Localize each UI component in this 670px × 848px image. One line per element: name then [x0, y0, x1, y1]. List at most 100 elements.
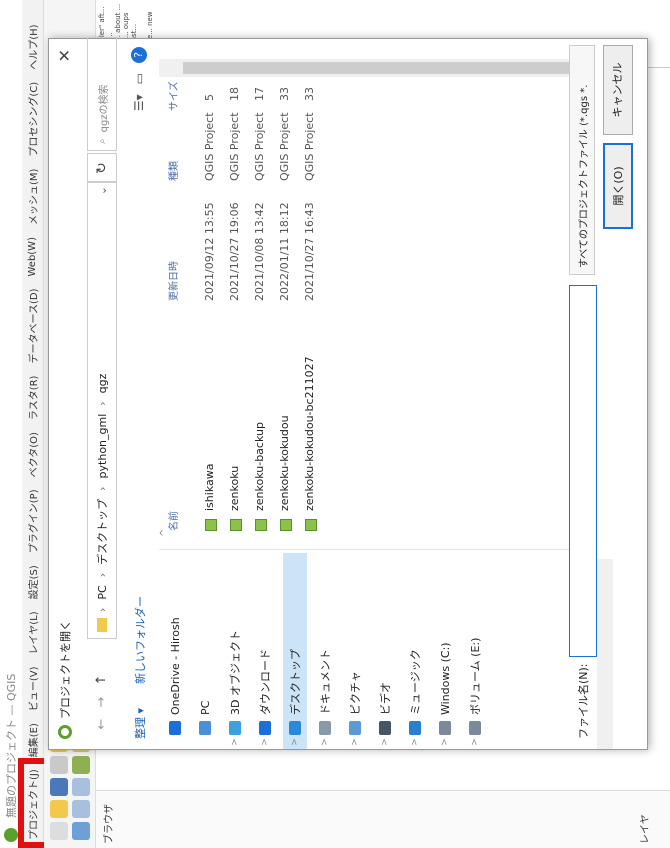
- sidebar-item[interactable]: > ビデオ: [373, 553, 397, 749]
- back-arrow-icon[interactable]: ←: [94, 713, 109, 735]
- column-type[interactable]: 種類: [163, 161, 187, 181]
- file-size: 33: [303, 87, 316, 101]
- navigation-pane: OneDrive - Hirosh PC >3D オブジェクト > ダウンロード > デスク…: [159, 549, 595, 749]
- pan-icon[interactable]: [72, 822, 90, 840]
- expand-arrow-icon[interactable]: >: [230, 735, 240, 749]
- refresh-icon[interactable]: ↻: [87, 153, 117, 183]
- zoom-in-icon[interactable]: [72, 800, 90, 818]
- file-row[interactable]: zenkoku-kokudou-bc211027 2021/10/27 16:43…: [299, 87, 324, 541]
- expand-arrow-icon[interactable]: >: [320, 735, 330, 749]
- zoom-out-icon[interactable]: [72, 778, 90, 796]
- organize-button[interactable]: 整理 ▾: [132, 708, 148, 739]
- sidebar-item-label: ピクチャ: [349, 671, 362, 715]
- video-icon: [379, 721, 391, 735]
- open-button[interactable]: 開く(O): [603, 143, 633, 229]
- expand-arrow-icon[interactable]: >: [290, 735, 300, 749]
- drive-icon: [439, 721, 451, 735]
- navigation-row: ← → ↑ › PC › デスクトップ › python_gml › qgz ⌄…: [81, 37, 121, 749]
- file-name: zenkoku-backup: [253, 422, 266, 511]
- search-input[interactable]: ⌕ qgzの検索: [87, 37, 117, 151]
- expand-arrow-icon[interactable]: >: [410, 735, 420, 749]
- preview-pane-icon[interactable]: ▭: [132, 73, 146, 84]
- file-size: 18: [228, 87, 241, 101]
- breadcrumb-python-gml[interactable]: python_gml: [96, 414, 109, 479]
- expand-arrow-icon[interactable]: >: [440, 735, 450, 749]
- menu-item[interactable]: プラグイン(P): [25, 489, 40, 553]
- menu-bar: プロジェクト(J) 編集(E) ビュー(V) レイヤ(L) 設定(S) プラグイン(P) ベ…: [22, 0, 44, 848]
- filename-input[interactable]: [569, 285, 597, 657]
- menu-item[interactable]: ラスタ(R): [25, 376, 40, 421]
- sidebar-item[interactable]: > ミュージック: [403, 553, 427, 749]
- layers-panel-title: レイヤ: [640, 814, 651, 844]
- sidebar-item[interactable]: PC: [193, 553, 217, 749]
- expand-arrow-icon[interactable]: >: [260, 735, 270, 749]
- sidebar-item[interactable]: > Windows (C:): [433, 553, 457, 749]
- filename-label: ファイル名(N):: [577, 663, 590, 739]
- picture-icon: [349, 721, 361, 735]
- column-size[interactable]: サイズ: [163, 81, 187, 111]
- file-row[interactable]: zenkoku-kokudou 2022/01/11 18:12 QGIS Proj…: [274, 87, 299, 541]
- pc-icon: [199, 721, 211, 735]
- folder-icon: [97, 618, 107, 632]
- qgis-title-bar: 無題のプロジェクト — QGIS: [0, 0, 22, 848]
- scrollbar-thumb[interactable]: [183, 62, 583, 74]
- close-icon[interactable]: ✕: [55, 49, 74, 62]
- cube-icon: [229, 721, 241, 735]
- help-icon[interactable]: ?: [131, 47, 147, 63]
- breadcrumb-pc[interactable]: PC: [96, 585, 109, 599]
- menu-item[interactable]: ビュー(V): [25, 666, 40, 711]
- file-type-filter[interactable]: すべてのプロジェクトファイル (*.qgs *.: [569, 45, 595, 275]
- file-type: QGIS Project: [303, 112, 316, 181]
- file-row[interactable]: ishikawa 2021/09/12 13:55 QGIS Project 5: [199, 89, 224, 541]
- up-arrow-icon[interactable]: ↑: [94, 669, 109, 691]
- forward-arrow-icon[interactable]: →: [94, 691, 109, 713]
- sidebar-item[interactable]: >3D オブジェクト: [223, 553, 247, 749]
- open-project-icon[interactable]: [50, 800, 68, 818]
- file-row[interactable]: zenkoku-backup 2021/10/08 13:42 QGIS Proje…: [249, 87, 274, 541]
- new-project-icon[interactable]: [50, 822, 68, 840]
- breadcrumb-qgz[interactable]: qgz: [96, 374, 109, 394]
- sidebar-item[interactable]: > ダウンロード: [253, 553, 277, 749]
- file-type: QGIS Project: [228, 112, 241, 181]
- save-as-icon[interactable]: [50, 756, 68, 774]
- file-size: 5: [203, 94, 216, 101]
- file-vertical-scrollbar[interactable]: [159, 59, 595, 77]
- menu-item[interactable]: ヘルプ(H): [25, 24, 40, 69]
- breadcrumb-desktop[interactable]: デスクトップ: [94, 499, 110, 565]
- column-name[interactable]: 名前: [163, 511, 187, 531]
- menu-item[interactable]: ベクタ(O): [25, 432, 40, 477]
- menu-item[interactable]: Web(W): [27, 237, 38, 277]
- column-date[interactable]: 更新日時: [163, 261, 187, 301]
- file-name: zenkoku: [228, 465, 241, 511]
- chevron-down-icon[interactable]: ⌄: [96, 186, 109, 195]
- menu-item[interactable]: メッシュ(M): [25, 169, 40, 225]
- left-panel: ブラウザ レイヤ: [96, 790, 670, 848]
- file-date: 2021/10/27 19:06: [228, 202, 241, 301]
- menu-item[interactable]: 設定(S): [25, 565, 40, 599]
- dialog-bottom: ファイル名(N): すべてのプロジェクトファイル (*.qgs *.: [563, 39, 603, 749]
- address-bar[interactable]: › PC › デスクトップ › python_gml › qgz ⌄: [87, 181, 117, 639]
- sidebar-item[interactable]: > ボリューム (E:): [463, 553, 487, 749]
- expand-arrow-icon[interactable]: >: [380, 735, 390, 749]
- sidebar-item[interactable]: > ドキュメント: [313, 553, 337, 749]
- cancel-button[interactable]: キャンセル: [603, 45, 633, 135]
- sidebar-item-label: ドキュメント: [319, 649, 332, 715]
- sidebar-item[interactable]: OneDrive - Hirosh: [163, 553, 187, 749]
- expand-arrow-icon[interactable]: >: [350, 735, 360, 749]
- menu-item[interactable]: データベース(D): [25, 289, 40, 364]
- save-project-icon[interactable]: [50, 778, 68, 796]
- sidebar-item[interactable]: > デスクトップ: [283, 553, 307, 749]
- view-options-icon[interactable]: ☰▾: [132, 94, 146, 111]
- menu-item[interactable]: プロセシング(C): [25, 82, 40, 157]
- identify-icon[interactable]: [72, 756, 90, 774]
- menu-item[interactable]: 編集(E): [25, 723, 40, 757]
- new-folder-button[interactable]: 新しいフォルダー: [132, 596, 148, 684]
- file-list: ^ 名前 更新日時 種類 サイズ ishikawa 2021/09/12 13:5…: [159, 81, 595, 541]
- screen: 無題のプロジェクト — QGIS プロジェクト(J) 編集(E) ビュー(V) レイヤ…: [0, 0, 670, 848]
- expand-arrow-icon[interactable]: >: [470, 735, 480, 749]
- qgis-icon: [58, 725, 72, 739]
- sidebar-item[interactable]: > ピクチャ: [343, 553, 367, 749]
- menu-item[interactable]: レイヤ(L): [25, 611, 40, 654]
- dialog-title-bar: プロジェクトを開く ✕: [49, 39, 81, 749]
- file-row[interactable]: zenkoku 2021/10/27 19:06 QGIS Project 18: [224, 87, 249, 541]
